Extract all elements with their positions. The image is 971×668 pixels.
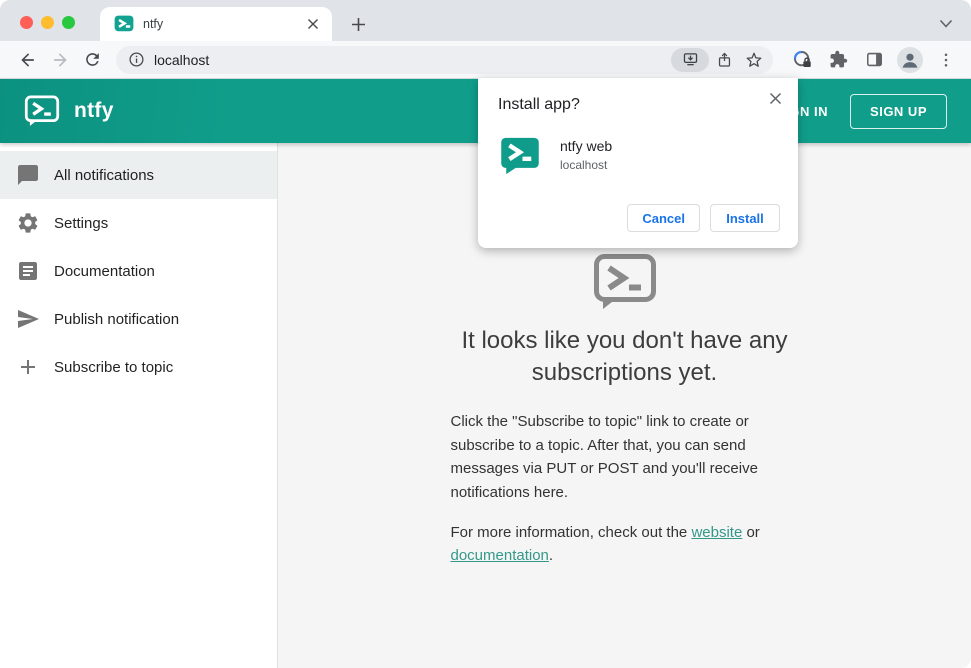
empty-state-more-info: For more information, check out the webs… xyxy=(451,521,799,568)
install-app-icon xyxy=(683,53,697,66)
browser-tab-ntfy[interactable]: ntfy xyxy=(100,7,332,41)
bookmark-button[interactable] xyxy=(739,47,769,73)
more-info-mid: or xyxy=(742,523,760,541)
dialog-app-row: ntfy web localhost xyxy=(500,136,780,176)
toolbar-right-icons xyxy=(787,46,961,73)
empty-state-instructions: Click the "Subscribe to topic" link to c… xyxy=(450,412,758,501)
dialog-app-meta: ntfy web localhost xyxy=(560,136,612,176)
dialog-actions: Cancel Install xyxy=(498,204,780,232)
install-app-dialog: Install app? ntfy web localhost Cancel I… xyxy=(478,78,798,248)
sidebar-item-label: Settings xyxy=(54,214,109,232)
tab-close-icon[interactable] xyxy=(304,15,322,33)
close-window-button[interactable] xyxy=(20,16,33,29)
sidebar-item-label: Publish notification xyxy=(54,310,180,328)
minimize-window-button[interactable] xyxy=(41,16,54,29)
zoom-window-button[interactable] xyxy=(62,16,75,29)
ntfy-logo-icon-large xyxy=(593,254,656,309)
plus-icon xyxy=(21,360,35,374)
website-link[interactable]: website xyxy=(691,524,742,541)
sidebar-item-publish-notification[interactable]: Publish notification xyxy=(0,295,277,343)
dialog-title: Install app? xyxy=(498,96,580,113)
new-tab-button[interactable] xyxy=(344,10,372,38)
ntfy-app-icon xyxy=(501,137,539,175)
menu-kebab-icon[interactable] xyxy=(931,47,961,73)
sidebar-item-subscribe-to-topic[interactable]: Subscribe to topic xyxy=(0,343,277,391)
profile-avatar[interactable] xyxy=(895,46,925,73)
extensions-puzzle-icon[interactable] xyxy=(823,47,853,73)
empty-state-heading: It looks like you don't have any subscri… xyxy=(461,327,788,386)
sidebar-item-label: Subscribe to topic xyxy=(54,358,174,376)
side-panel-icon[interactable] xyxy=(859,47,889,73)
bookmark-star-icon xyxy=(746,52,762,67)
install-app-button[interactable] xyxy=(671,47,709,72)
cancel-button[interactable]: Cancel xyxy=(627,204,700,232)
forward-button[interactable] xyxy=(46,46,74,74)
reload-button[interactable] xyxy=(78,46,106,74)
dialog-app-origin: localhost xyxy=(560,158,608,172)
sidebar-item-label: Documentation xyxy=(54,262,155,280)
more-info-suffix: . xyxy=(548,547,554,565)
browser-toolbar: localhost xyxy=(0,41,971,79)
send-icon xyxy=(18,310,39,328)
site-info-icon[interactable] xyxy=(128,51,145,68)
ntfy-favicon xyxy=(114,15,134,32)
share-button[interactable] xyxy=(709,47,739,73)
documentation-link[interactable]: documentation xyxy=(451,547,549,564)
sidebar-item-label: All notifications xyxy=(54,166,155,184)
browser-window: ntfy localhost ntfy SIGN IN SIGN UP All … xyxy=(0,0,971,668)
address-bar[interactable]: localhost xyxy=(116,45,773,74)
sidebar: All notifications Settings Documentation… xyxy=(0,143,278,668)
sidebar-item-all-notifications[interactable]: All notifications xyxy=(0,151,277,199)
tab-search-chevron-icon[interactable] xyxy=(939,16,953,34)
sign-up-button[interactable]: SIGN UP xyxy=(850,93,947,129)
share-icon xyxy=(718,52,730,67)
back-button[interactable] xyxy=(14,46,42,74)
ntfy-logo-icon xyxy=(24,95,60,126)
brand: ntfy xyxy=(24,95,114,127)
brand-name: ntfy xyxy=(74,99,114,122)
url-text[interactable]: localhost xyxy=(154,52,671,68)
install-button[interactable]: Install xyxy=(710,204,780,232)
tab-title: ntfy xyxy=(143,17,164,31)
window-controls xyxy=(20,16,75,29)
password-manager-extension-icon[interactable] xyxy=(787,47,817,73)
tab-strip: ntfy xyxy=(0,0,971,41)
more-info-prefix: For more information, check out the xyxy=(450,523,692,541)
sidebar-item-settings[interactable]: Settings xyxy=(0,199,277,247)
gear-icon xyxy=(18,213,38,233)
dialog-close-icon[interactable] xyxy=(764,87,786,109)
chat-bubble-icon xyxy=(18,165,38,185)
dialog-app-name: ntfy web xyxy=(560,138,613,154)
sidebar-item-documentation[interactable]: Documentation xyxy=(0,247,277,295)
article-icon xyxy=(19,262,37,280)
